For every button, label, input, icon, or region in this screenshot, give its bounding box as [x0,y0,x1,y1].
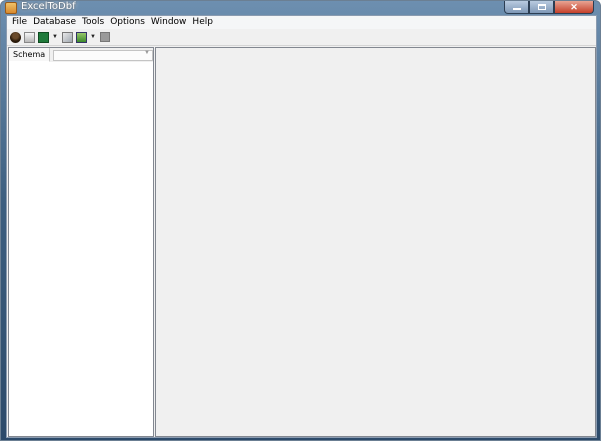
close-button[interactable]: ✕ [554,1,594,14]
edit-icon[interactable] [62,31,73,43]
mdi-workspace[interactable] [155,47,596,437]
menu-help[interactable]: Help [189,16,216,29]
excel-icon[interactable] [38,31,49,43]
window-title: ExcelToDbf [21,1,76,12]
minimize-icon [512,8,521,10]
image-dropdown-chevron-down-icon[interactable]: ▼ [90,32,96,43]
title-bar[interactable]: ExcelToDbf ✕ [1,1,600,15]
caption-buttons: ✕ [504,1,594,14]
toolbar: ▼ ▼ [7,29,596,46]
app-window: ExcelToDbf ✕ File Database Tools Options… [0,0,601,441]
menu-file[interactable]: File [7,16,30,29]
minimize-button[interactable] [504,1,529,14]
menu-database[interactable]: Database [30,16,79,29]
menu-tools[interactable]: Tools [79,16,107,29]
new-document-icon[interactable] [24,31,35,43]
schema-tree[interactable] [9,62,153,436]
close-icon: ✕ [570,1,578,12]
schema-tab[interactable]: Schema [9,48,51,62]
app-icon[interactable] [5,2,17,14]
menu-options[interactable]: Options [107,16,148,29]
schema-select[interactable]: ▼ [53,49,153,61]
user-icon[interactable] [10,31,21,43]
chevron-down-icon[interactable]: ▼ [144,50,150,56]
maximize-icon [537,4,546,10]
excel-dropdown-chevron-down-icon[interactable]: ▼ [52,32,58,43]
image-icon[interactable] [76,31,87,43]
schema-panel: Schema ▼ [8,47,154,437]
maximize-button[interactable] [529,1,554,14]
menu-bar: File Database Tools Options Window Help [7,16,596,29]
schema-bar: Schema ▼ [9,48,153,62]
menu-window[interactable]: Window [148,16,190,29]
client-area: File Database Tools Options Window Help … [6,15,597,438]
stop-icon[interactable] [100,32,110,42]
